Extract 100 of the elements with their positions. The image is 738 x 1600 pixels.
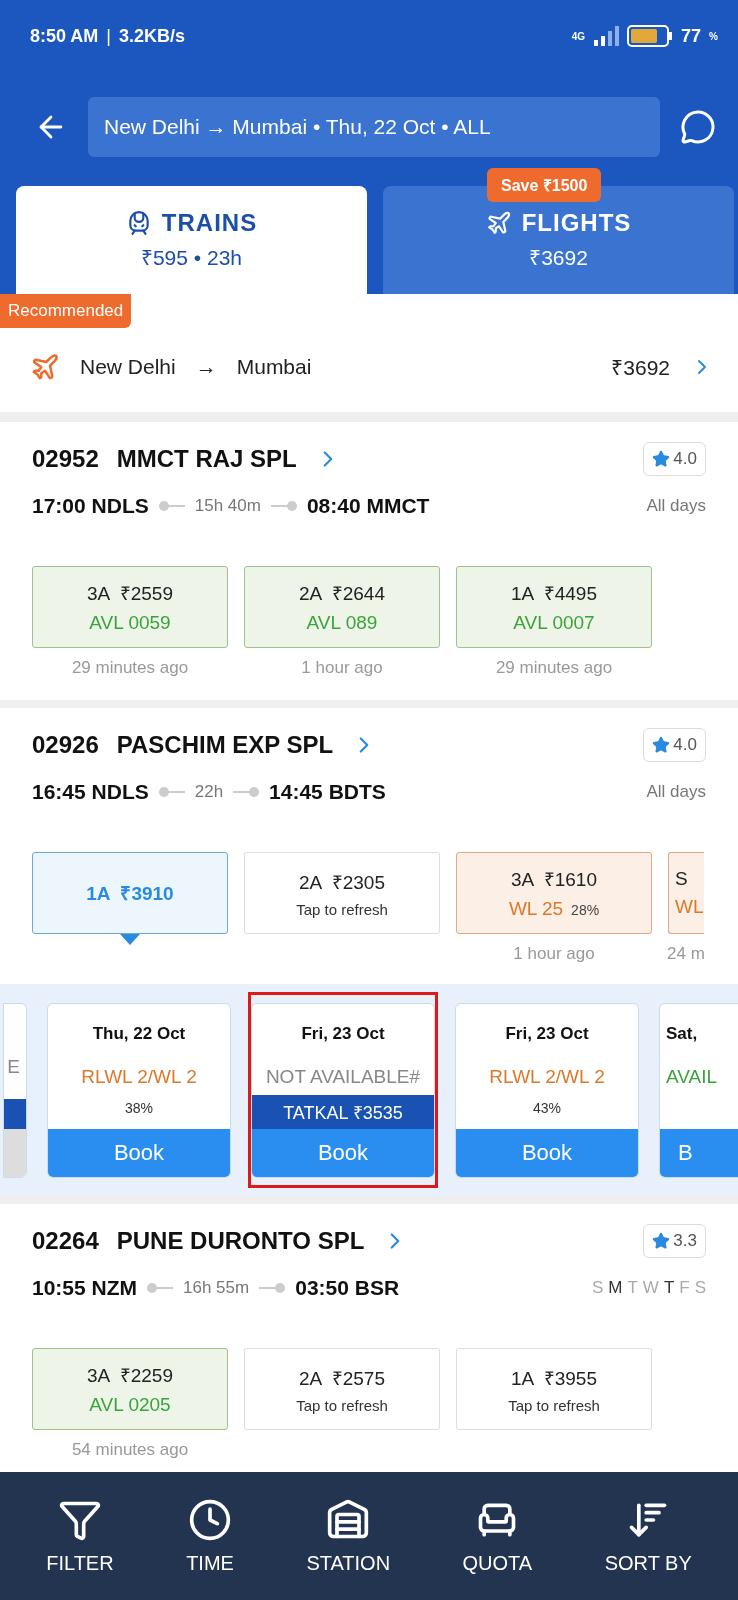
- availability-status: AVL 089: [306, 612, 378, 634]
- search-summary[interactable]: New Delhi → Mumbai • Thu, 22 Oct • ALL: [88, 97, 660, 157]
- train-number: 02952: [32, 445, 99, 473]
- star-icon: [652, 1232, 671, 1250]
- destination-city: Mumbai: [236, 355, 312, 379]
- tab-title: TRAINS: [161, 209, 258, 237]
- date-card[interactable]: Sat, AVAIL B: [659, 1002, 738, 1178]
- rating-chip: 4.0: [643, 728, 706, 762]
- availability-status: E: [6, 1056, 21, 1079]
- confirm-chance: 28%: [571, 902, 600, 918]
- weekday-letter: W: [642, 1278, 659, 1297]
- battery-icon: [627, 25, 674, 47]
- class-fare-card[interactable]: 2A ₹2644 AVL 089: [244, 566, 440, 648]
- arrival-time: 08:40 MMCT: [306, 494, 430, 518]
- route-end-icon: [270, 501, 297, 511]
- class-fare-card[interactable]: 3A ₹2559 AVL 0059: [32, 566, 228, 648]
- departure-time: 17:00 NDLS: [32, 494, 149, 518]
- availability-status: RLWL 2/WL 2: [80, 1065, 198, 1088]
- tab-title: FLIGHTS: [521, 209, 632, 237]
- class-fare: 1A ₹3955: [511, 1366, 597, 1391]
- train-name: PUNE DURONTO SPL: [116, 1227, 365, 1255]
- updated-time: 1 hour ago: [513, 944, 595, 964]
- train-name: PASCHIM EXP SPL: [116, 731, 334, 759]
- train-number: 02264: [32, 1227, 99, 1255]
- tab-subtitle: ₹595 • 23h: [140, 245, 243, 271]
- date-card[interactable]: Fri, 23 Oct RLWL 2/WL 2 43% Book: [455, 1002, 639, 1178]
- confirm-chance: 38%: [125, 1099, 153, 1116]
- availability-status: WL: [675, 896, 704, 918]
- availability-status: WL 25: [508, 898, 564, 920]
- star-icon: [652, 450, 671, 468]
- route-end-icon: [259, 1283, 286, 1293]
- weekday-letter: T: [627, 1278, 638, 1297]
- star-icon: [652, 736, 671, 754]
- separator: |: [106, 25, 112, 47]
- weekday-letter: M: [608, 1278, 623, 1297]
- chat-icon[interactable]: [680, 109, 716, 145]
- class-bar: [4, 1098, 26, 1129]
- arrival-time: 14:45 BDTS: [269, 780, 386, 804]
- class-fare: 3A ₹1610: [511, 868, 597, 892]
- recommended-badge: Recommended: [0, 294, 132, 328]
- class-fare-card[interactable]: 1A ₹4495 AVL 0007: [456, 566, 652, 648]
- class-fare-card[interactable]: 3A ₹1610 WL 25 28%: [456, 852, 652, 934]
- battery-percent: 77: [681, 25, 702, 47]
- weekday-letter: T: [663, 1278, 675, 1297]
- class-fare: 1A ₹4495: [511, 582, 597, 606]
- route-start-icon: [158, 787, 185, 797]
- availability-status: Tap to refresh: [296, 1396, 388, 1414]
- date-card[interactable]: Fri, 23 Oct NOT AVAILABLE# TATKAL ₹3535 Book: [251, 1002, 435, 1178]
- mode-tab[interactable]: TRAINS ₹595 • 23h: [16, 186, 367, 294]
- selection-pointer: [120, 934, 140, 945]
- nav-button[interactable]: FILTER: [46, 1497, 114, 1575]
- train-name: MMCT RAJ SPL: [116, 445, 297, 473]
- updated-time: 1 hour ago: [301, 658, 383, 678]
- recommended-flight-row[interactable]: Recommended New Delhi → Mumbai ₹3692: [0, 294, 738, 422]
- weekday-letter: F: [679, 1278, 690, 1297]
- class-fare: S: [675, 868, 688, 890]
- departure-time: 10:55 NZM: [32, 1276, 138, 1300]
- route-start-icon: [147, 1283, 174, 1293]
- class-fare-card[interactable]: 2A ₹2575 Tap to refresh: [244, 1348, 440, 1430]
- class-fare: 2A ₹2644: [299, 582, 385, 606]
- network-speed: 3.2KB/s: [119, 25, 186, 47]
- nav-button[interactable]: SORT BY: [604, 1497, 692, 1575]
- class-fare-card[interactable]: 3A ₹2259 AVL 0205: [32, 1348, 228, 1430]
- date-label: Fri, 23 Oct: [504, 1023, 590, 1044]
- save-badge: Save ₹1500: [487, 168, 602, 202]
- class-fare-card[interactable]: S WL: [668, 852, 704, 934]
- route-end-icon: [233, 787, 260, 797]
- date-card[interactable]: Thu, 22 Oct RLWL 2/WL 2 38% Book: [47, 1002, 231, 1178]
- nav-button[interactable]: QUOTA: [462, 1497, 533, 1575]
- journey-duration: 16h 55m: [183, 1278, 250, 1298]
- running-days: All days: [646, 782, 706, 802]
- nav-button[interactable]: STATION: [306, 1497, 391, 1575]
- date-card[interactable]: E: [3, 1002, 27, 1178]
- updated-time: 24 m: [667, 944, 705, 964]
- class-fare-card[interactable]: 1A ₹3955 Tap to refresh: [456, 1348, 652, 1430]
- rating-chip: 3.3: [643, 1224, 706, 1258]
- class-fare-card[interactable]: 2A ₹2305 Tap to refresh: [244, 852, 440, 934]
- origin-city: New Delhi: [80, 355, 176, 379]
- weekday-letter: S: [694, 1278, 706, 1297]
- clock-icon: [188, 1497, 232, 1542]
- tab-subtitle: ₹3692: [529, 245, 588, 271]
- journey-duration: 15h 40m: [194, 496, 261, 516]
- arrival-time: 03:50 BSR: [295, 1276, 400, 1300]
- updated-time: 54 minutes ago: [71, 1440, 189, 1460]
- running-days: All days: [646, 496, 706, 516]
- availability-status: AVL 0059: [89, 612, 171, 634]
- plane-icon: [485, 210, 512, 236]
- train-number: 02926: [32, 731, 99, 759]
- disabled-book-bar: [4, 1128, 26, 1177]
- date-label: Fri, 23 Oct: [300, 1023, 386, 1044]
- nav-button[interactable]: TIME: [186, 1497, 234, 1575]
- plane-icon: [30, 352, 60, 382]
- status-time: 8:50 AM: [30, 25, 99, 47]
- network-label: 4G: [571, 30, 586, 42]
- updated-time: 29 minutes ago: [495, 658, 613, 678]
- availability-status: RLWL 2/WL 2: [488, 1065, 606, 1088]
- availability-status: Tap to refresh: [296, 900, 388, 918]
- availability-status: AVL 0205: [89, 1394, 171, 1416]
- date-label: Sat,: [665, 1023, 699, 1044]
- signal-icon: [593, 26, 620, 46]
